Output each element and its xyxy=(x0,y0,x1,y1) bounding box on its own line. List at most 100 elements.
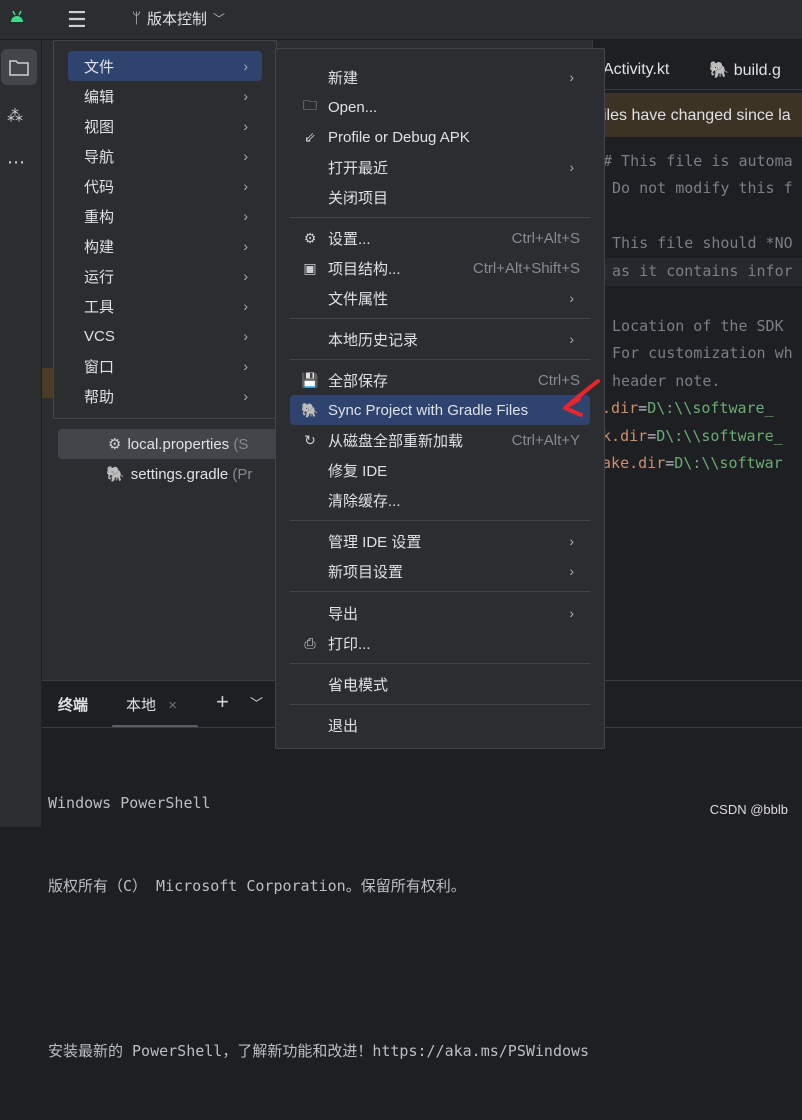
more-icon[interactable]: ⋯ xyxy=(7,152,25,173)
editor-tab[interactable]: Activity.kt xyxy=(603,61,669,79)
chevron-right-icon: › xyxy=(569,533,574,549)
menu-item[interactable]: 运行 › xyxy=(54,261,276,291)
code-line: For customization wh xyxy=(603,344,793,362)
menu-separator xyxy=(290,318,590,319)
chevron-right-icon: › xyxy=(243,358,248,374)
menu-item[interactable]: ⎙ 打印... xyxy=(276,628,604,658)
gradle-icon: 🐘 xyxy=(709,61,730,79)
menu-item[interactable]: 管理 IDE 设置 › xyxy=(276,526,604,556)
menu-separator xyxy=(290,663,590,664)
chevron-right-icon: › xyxy=(569,563,574,579)
menu-item[interactable]: 导出 › xyxy=(276,598,604,628)
menu-item[interactable]: 打开最近 › xyxy=(276,152,604,182)
menu-item[interactable]: VCS › xyxy=(54,321,276,351)
folder-icon: 🗀 xyxy=(303,97,317,113)
menu-item[interactable]: 视图 › xyxy=(54,111,276,141)
folder-icon xyxy=(9,59,29,76)
code-line: Do not modify this f xyxy=(603,179,793,197)
project-tool-button[interactable] xyxy=(1,49,37,85)
profile-apk-icon: ⇙ xyxy=(304,128,316,145)
menu-item[interactable]: 清除缓存... xyxy=(276,485,604,515)
menu-item[interactable]: 工具 › xyxy=(54,291,276,321)
print-icon: ⎙ xyxy=(304,634,316,651)
chevron-right-icon: › xyxy=(243,88,248,104)
menu-item[interactable]: 新建 › xyxy=(276,62,604,92)
property-line: dk.dir=D\:\\software_ xyxy=(593,426,783,445)
menu-item[interactable]: 窗口 › xyxy=(54,351,276,381)
chevron-down-icon[interactable]: ﹀ xyxy=(250,693,263,712)
project-structure-icon: ▣ xyxy=(303,259,317,276)
vcs-dropdown[interactable]: ᛘ 版本控制 ﹀ xyxy=(132,8,225,29)
menu-item[interactable]: 退出 xyxy=(276,710,604,740)
code-line: Location of the SDK xyxy=(603,317,784,335)
save-icon: 💾 xyxy=(301,371,319,388)
branch-icon: ᛘ xyxy=(132,10,142,27)
menu-item[interactable]: 文件 › xyxy=(68,51,262,81)
code-line: This file should *NO xyxy=(603,234,793,252)
chevron-right-icon: › xyxy=(569,69,574,85)
annotation-arrow xyxy=(563,379,600,417)
code-line: header note. xyxy=(603,372,721,390)
menu-item[interactable]: 代码 › xyxy=(54,171,276,201)
menu-item[interactable]: ↻ 从磁盘全部重新加载 Ctrl+Alt+Y xyxy=(276,425,604,455)
editor: Activity.kt 🐘 build.g iles have changed … xyxy=(592,40,802,680)
menu-item[interactable]: 帮助 › xyxy=(54,381,276,411)
menu-item[interactable]: 省电模式 xyxy=(276,669,604,699)
menu-item[interactable]: 文件属性 › xyxy=(276,283,604,313)
chevron-right-icon: › xyxy=(243,268,248,284)
gradle-sync-icon: 🐘 xyxy=(301,401,319,418)
tree-item-settings-gradle[interactable]: 🐘 settings.gradle (Pr xyxy=(58,459,252,489)
menu-item[interactable]: 🗀 Open... xyxy=(276,92,604,122)
menu-separator xyxy=(290,520,590,521)
gear-icon: ⚙ xyxy=(108,436,122,453)
chevron-right-icon: › xyxy=(243,148,248,164)
chevron-right-icon: › xyxy=(243,388,248,404)
menu-item[interactable]: ▣ 项目结构... Ctrl+Alt+Shift+S xyxy=(276,253,604,283)
menu-item[interactable]: 🐘 Sync Project with Gradle Files xyxy=(290,395,590,425)
chevron-right-icon: › xyxy=(243,208,248,224)
menu-item[interactable]: 重构 › xyxy=(54,201,276,231)
code-line: as it contains infor xyxy=(593,258,802,286)
reload-icon: ↻ xyxy=(304,431,316,448)
tool-window-strip: ⁂ ⋯ xyxy=(0,40,42,827)
menu-separator xyxy=(290,217,590,218)
menu-item[interactable]: ⇙ Profile or Debug APK xyxy=(276,122,604,152)
gradle-icon: 🐘 xyxy=(106,466,125,483)
title-bar: ☰ ᛘ 版本控制 ﹀ xyxy=(0,0,802,40)
menu-separator xyxy=(290,591,590,592)
close-icon[interactable]: × xyxy=(168,697,177,714)
chevron-right-icon: › xyxy=(243,328,248,344)
watermark: CSDN @bblb xyxy=(709,802,788,817)
menu-item[interactable]: 新项目设置 › xyxy=(276,556,604,586)
chevron-right-icon: › xyxy=(243,58,248,74)
menu-separator xyxy=(290,359,590,360)
structure-icon[interactable]: ⁂ xyxy=(7,106,23,126)
property-line: make.dir=D\:\\softwar xyxy=(593,454,783,472)
chevron-right-icon: › xyxy=(569,290,574,306)
chevron-right-icon: › xyxy=(243,298,248,314)
gear-icon: ⚙ xyxy=(303,229,317,246)
main-menu: 文件 › 编辑 › 视图 › 导航 › 代码 › 重构 › 构建 › 运行 › 工具 › VCS › 窗口 › 帮助 › xyxy=(53,40,277,419)
menu-item[interactable]: ⚙ 设置... Ctrl+Alt+S xyxy=(276,223,604,253)
code-line: # This file is automa xyxy=(603,152,793,170)
editor-tab[interactable]: 🐘 build.g xyxy=(709,60,781,80)
menu-item[interactable]: 关闭项目 xyxy=(276,182,604,212)
chevron-right-icon: › xyxy=(243,178,248,194)
property-line: k.dir=D\:\\software_ xyxy=(593,399,774,417)
menu-item[interactable]: 本地历史记录 › xyxy=(276,324,604,354)
menu-item[interactable]: 修复 IDE xyxy=(276,455,604,485)
menu-item[interactable]: 编辑 › xyxy=(54,81,276,111)
chevron-right-icon: › xyxy=(243,118,248,134)
files-changed-banner: iles have changed since la xyxy=(593,93,802,137)
chevron-right-icon: › xyxy=(569,159,574,175)
hamburger-menu-icon[interactable]: ☰ xyxy=(67,7,87,33)
menu-item[interactable]: 构建 › xyxy=(54,231,276,261)
terminal-title: 终端 xyxy=(58,697,89,714)
terminal-tab-local[interactable]: 本地 × xyxy=(126,694,177,715)
chevron-right-icon: › xyxy=(243,238,248,254)
menu-item[interactable]: 导航 › xyxy=(54,141,276,171)
add-terminal-icon[interactable]: + xyxy=(216,689,229,715)
chevron-right-icon: › xyxy=(569,605,574,621)
terminal-output[interactable]: Windows PowerShell 版权所有（C） Microsoft Cor… xyxy=(48,735,589,1120)
android-logo-icon xyxy=(11,10,23,22)
